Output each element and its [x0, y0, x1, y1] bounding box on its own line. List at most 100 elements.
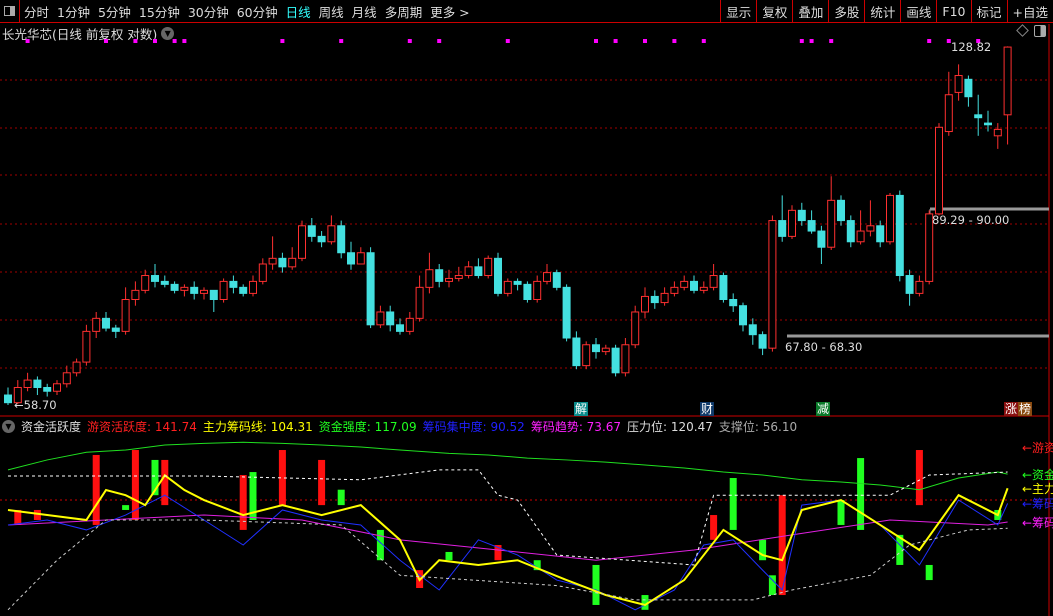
candle-up — [886, 194, 894, 243]
candle-up — [249, 280, 257, 294]
indicator-name: 资金活跃度 — [21, 420, 82, 434]
indicator-bar-green — [592, 564, 600, 605]
candle-up — [425, 269, 434, 288]
series-end-label-0: ←游资活跃度 — [1022, 441, 1053, 455]
candle-up — [464, 266, 473, 277]
event-marker — [339, 39, 344, 43]
candle-up — [72, 361, 81, 374]
candle-up — [53, 383, 61, 392]
panel-layout-icon[interactable] — [1034, 25, 1046, 37]
candle-down — [474, 266, 483, 277]
candle-down — [817, 230, 826, 248]
indicator-bar-green — [122, 505, 130, 510]
candle-down — [33, 379, 42, 388]
indicator-value-0: 游资活跃度: 141.74 — [87, 420, 197, 434]
candle-up — [258, 263, 267, 282]
chevron-down-icon[interactable]: ▼ — [2, 420, 15, 433]
indicator-bar-red — [318, 459, 326, 506]
candle-down — [895, 194, 904, 277]
indicator-bar-red — [710, 515, 718, 540]
event-marker — [133, 39, 138, 43]
candle-down — [396, 324, 404, 332]
candle-up — [131, 289, 140, 300]
candle-down — [905, 275, 914, 294]
candle-up — [92, 317, 101, 332]
candle-up — [288, 257, 297, 268]
series-end-label-4: ←筹码趋势 — [1022, 516, 1053, 530]
candle-down — [307, 225, 316, 237]
candle-up — [993, 128, 1002, 137]
event-marker — [799, 39, 804, 43]
candle-down — [974, 114, 983, 119]
candle-down — [43, 386, 52, 392]
candle-down — [513, 280, 522, 285]
candle-up — [327, 225, 336, 243]
resistance-zone-label: 89.29 - 90.00 — [932, 213, 1010, 227]
candle-up — [944, 94, 953, 133]
kline-chart[interactable] — [0, 0, 1053, 616]
candle-down — [846, 220, 855, 243]
event-badge-list[interactable]: 榜 — [1018, 402, 1033, 416]
candle-up — [180, 286, 189, 291]
indicator-value-4: 筹码趋势: 73.67 — [530, 420, 622, 434]
support-zone-label: 67.80 - 68.30 — [785, 340, 863, 354]
candle-up — [356, 252, 365, 265]
candle-up — [1003, 46, 1012, 116]
event-marker — [927, 39, 932, 43]
event-badge-finance[interactable]: 财 — [700, 402, 715, 416]
candle-down — [984, 122, 992, 126]
candle-up — [680, 280, 689, 288]
indicator-header: ▼ 资金活跃度 游资活跃度: 141.74 主力筹码线: 104.31 资金强度: … — [2, 418, 797, 435]
candle-up — [445, 277, 453, 282]
candle-down — [562, 286, 571, 339]
candle-down — [102, 317, 110, 329]
indicator-bar-green — [729, 478, 737, 530]
event-marker — [25, 39, 30, 43]
candle-up — [954, 75, 963, 93]
event-marker — [182, 39, 187, 43]
event-badge-unlock[interactable]: 解 — [574, 402, 589, 416]
candle-down — [111, 327, 120, 332]
event-badge-reduce[interactable]: 减 — [816, 402, 831, 416]
candle-up — [503, 280, 512, 294]
indicator-bar-green — [925, 564, 933, 581]
candle-down — [592, 344, 600, 353]
indicator-bar-green — [445, 551, 453, 561]
candle-up — [405, 317, 414, 332]
candle-up — [670, 286, 679, 294]
candle-down — [778, 220, 787, 237]
candle-up — [415, 286, 424, 319]
candle-up — [935, 126, 943, 215]
event-marker — [437, 39, 442, 43]
candle-down — [837, 199, 845, 222]
candle-up — [82, 330, 91, 363]
candle-down — [151, 275, 159, 282]
candle-up — [298, 225, 306, 259]
event-marker — [613, 39, 618, 43]
candle-up — [709, 275, 718, 288]
event-marker — [701, 39, 706, 43]
indicator-bar-green — [759, 539, 767, 561]
candle-down — [494, 257, 502, 294]
candle-up — [788, 209, 796, 237]
event-marker — [104, 39, 108, 43]
candle-up — [699, 286, 708, 291]
candle-down — [729, 298, 738, 307]
candle-down — [160, 280, 169, 285]
low-price-value: 58.70 — [23, 398, 57, 412]
candle-down — [170, 283, 179, 291]
candle-down — [347, 252, 355, 265]
indicator-bar-red — [915, 450, 923, 506]
indicator-value-3: 筹码集中度: 90.52 — [422, 420, 525, 434]
candle-down — [337, 225, 346, 254]
candle-up — [484, 257, 493, 277]
candle-up — [827, 199, 836, 248]
event-marker — [594, 39, 598, 43]
candle-up — [543, 272, 551, 282]
candle-down — [523, 283, 532, 300]
event-marker — [153, 39, 157, 43]
candle-down — [209, 289, 218, 300]
indicator-value-2: 资金强度: 117.09 — [318, 420, 417, 434]
event-badge-limit-up[interactable]: 涨 — [1004, 402, 1019, 416]
candle-up — [376, 311, 385, 326]
